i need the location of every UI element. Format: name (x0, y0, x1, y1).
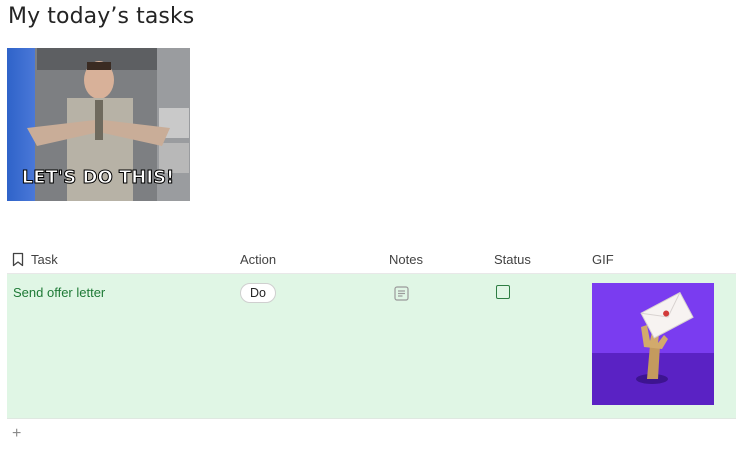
bookmark-icon (12, 252, 24, 267)
hand-holding-envelope-gif (592, 283, 714, 405)
task-cell[interactable]: Send offer letter (13, 285, 105, 300)
hero-gif-caption: LET'S DO THIS! (22, 167, 175, 188)
table-row[interactable]: Send offer letter Do (7, 274, 736, 419)
column-label-action: Action (240, 252, 277, 267)
add-row-button[interactable]: + (12, 426, 21, 442)
notes-icon[interactable] (394, 286, 409, 306)
hero-gif-image: LET'S DO THIS! (7, 48, 190, 201)
column-header-notes[interactable]: Notes (389, 252, 423, 267)
column-header-action[interactable]: Action (240, 252, 276, 267)
column-label-task: Task (31, 252, 58, 267)
table-header: Task Action Notes Status GIF (7, 247, 736, 274)
page-title: My today’s tasks (8, 4, 195, 29)
column-header-task[interactable]: Task (12, 252, 58, 267)
status-checkbox[interactable] (496, 285, 510, 299)
action-pill[interactable]: Do (240, 283, 276, 303)
column-header-gif[interactable]: GIF (592, 252, 614, 267)
column-header-status[interactable]: Status (494, 252, 531, 267)
column-label-notes: Notes (389, 252, 423, 267)
column-label-gif: GIF (592, 252, 614, 267)
column-label-status: Status (494, 252, 531, 267)
